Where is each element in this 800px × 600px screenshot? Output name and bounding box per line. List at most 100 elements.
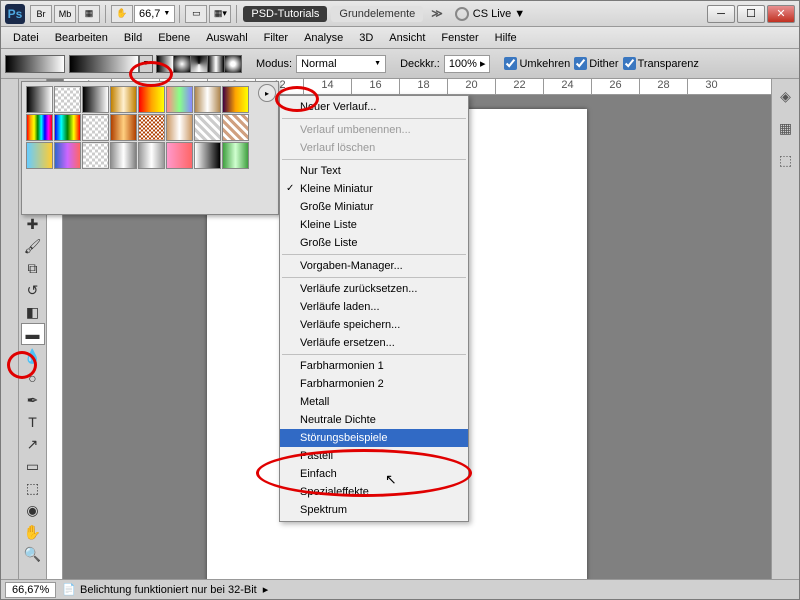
gradient-diamond-icon[interactable]: [224, 55, 242, 73]
swatches-panel-icon[interactable]: ▦: [777, 119, 795, 137]
menu-special-effects[interactable]: Spezialeffekte: [280, 483, 468, 501]
menu-large-thumb[interactable]: Große Miniatur: [280, 198, 468, 216]
gradient-picker-flyout-icon[interactable]: ▸: [258, 84, 276, 102]
workspace-psd-tutorials[interactable]: PSD-Tutorials: [243, 6, 327, 22]
minimize-button[interactable]: ─: [707, 5, 735, 23]
menu-metals[interactable]: Metall: [280, 393, 468, 411]
menu-auswahl[interactable]: Auswahl: [198, 30, 256, 46]
gradient-angle-icon[interactable]: [190, 55, 208, 73]
menu-text-only[interactable]: Nur Text: [280, 162, 468, 180]
arrange-button[interactable]: ▦▾: [209, 5, 231, 23]
gradient-swatch[interactable]: [166, 114, 193, 141]
menu-fenster[interactable]: Fenster: [433, 30, 486, 46]
gradient-swatch[interactable]: [110, 86, 137, 113]
menu-harmonies-2[interactable]: Farbharmonien 2: [280, 375, 468, 393]
heal-tool-icon[interactable]: ✚: [21, 213, 45, 235]
menu-replace-gradients[interactable]: Verläufe ersetzen...: [280, 334, 468, 352]
gradient-swatch[interactable]: [26, 114, 53, 141]
gradient-editor-swatch[interactable]: [69, 55, 139, 73]
gradient-radial-icon[interactable]: [173, 55, 191, 73]
menu-spectrum[interactable]: Spektrum: [280, 501, 468, 519]
menu-new-gradient[interactable]: Neuer Verlauf...: [280, 98, 468, 116]
close-button[interactable]: ✕: [767, 5, 795, 23]
shape-tool-icon[interactable]: ▭: [21, 455, 45, 477]
gradient-swatch[interactable]: [166, 86, 193, 113]
cs-live[interactable]: CS Live▼: [455, 7, 525, 21]
menu-bearbeiten[interactable]: Bearbeiten: [47, 30, 116, 46]
menu-noise-samples[interactable]: Störungsbeispiele: [280, 429, 468, 447]
gradient-picker-dropdown[interactable]: ▼: [139, 55, 153, 73]
menu-small-thumb[interactable]: Kleine Miniatur: [280, 180, 468, 198]
gradient-swatch[interactable]: [166, 142, 193, 169]
gradient-swatch[interactable]: [82, 114, 109, 141]
menu-ebene[interactable]: Ebene: [150, 30, 198, 46]
gradient-swatch[interactable]: [194, 114, 221, 141]
gradient-linear-icon[interactable]: [156, 55, 174, 73]
stamp-tool-icon[interactable]: ⧉: [21, 257, 45, 279]
transparency-checkbox[interactable]: Transparenz: [623, 57, 699, 70]
menu-bild[interactable]: Bild: [116, 30, 150, 46]
dither-checkbox[interactable]: Dither: [574, 57, 618, 70]
opacity-input[interactable]: 100%▸: [444, 55, 491, 73]
gradient-swatch[interactable]: [82, 142, 109, 169]
gradient-swatch[interactable]: [110, 114, 137, 141]
gradient-swatch[interactable]: [26, 142, 53, 169]
menu-analyse[interactable]: Analyse: [296, 30, 351, 46]
menu-filter[interactable]: Filter: [256, 30, 296, 46]
gradient-swatch[interactable]: [222, 142, 249, 169]
menu-neutral-density[interactable]: Neutrale Dichte: [280, 411, 468, 429]
menu-small-list[interactable]: Kleine Liste: [280, 216, 468, 234]
menu-simple[interactable]: Einfach: [280, 465, 468, 483]
path-tool-icon[interactable]: ↗: [21, 433, 45, 455]
gradient-swatch[interactable]: [54, 142, 81, 169]
tool-preset-swatch[interactable]: [5, 55, 65, 73]
3d-cam-tool-icon[interactable]: ◉: [21, 499, 45, 521]
collapse-dock-left[interactable]: [1, 79, 19, 598]
gradient-swatch[interactable]: [82, 86, 109, 113]
br-button[interactable]: Br: [30, 5, 52, 23]
gradient-swatch[interactable]: [222, 86, 249, 113]
menu-hilfe[interactable]: Hilfe: [487, 30, 525, 46]
gradient-swatch[interactable]: [194, 142, 221, 169]
menu-pastels[interactable]: Pastell: [280, 447, 468, 465]
blend-mode-select[interactable]: Normal▼: [296, 55, 386, 73]
brush-tool-icon[interactable]: 🖌: [21, 235, 45, 257]
zoom-tool-icon[interactable]: 🔍: [21, 543, 45, 565]
menu-datei[interactable]: Datei: [5, 30, 47, 46]
more-icon[interactable]: ≫: [431, 7, 443, 20]
status-zoom[interactable]: 66,67%: [5, 582, 56, 598]
menu-preset-manager[interactable]: Vorgaben-Manager...: [280, 257, 468, 275]
styles-panel-icon[interactable]: ⬚: [777, 151, 795, 169]
menu-large-list[interactable]: Große Liste: [280, 234, 468, 252]
menu-ansicht[interactable]: Ansicht: [381, 30, 433, 46]
gradient-swatch[interactable]: [26, 86, 53, 113]
menu-reset-gradients[interactable]: Verläufe zurücksetzen...: [280, 280, 468, 298]
color-panel-icon[interactable]: ◈: [777, 87, 795, 105]
pen-tool-icon[interactable]: ✒: [21, 389, 45, 411]
menu-3d[interactable]: 3D: [351, 30, 381, 46]
type-tool-icon[interactable]: T: [21, 411, 45, 433]
maximize-button[interactable]: ☐: [737, 5, 765, 23]
gradient-tool-icon[interactable]: ▬: [21, 323, 45, 345]
gradient-swatch[interactable]: [138, 142, 165, 169]
gradient-swatch[interactable]: [138, 86, 165, 113]
blur-tool-icon[interactable]: 💧: [21, 345, 45, 367]
gradient-swatch[interactable]: [110, 142, 137, 169]
menu-harmonies-1[interactable]: Farbharmonien 1: [280, 357, 468, 375]
menu-save-gradients[interactable]: Verläufe speichern...: [280, 316, 468, 334]
mb-button[interactable]: Mb: [54, 5, 76, 23]
menu-load-gradients[interactable]: Verläufe laden...: [280, 298, 468, 316]
screen-mode-button[interactable]: ▦: [78, 5, 100, 23]
doc-name-pill[interactable]: Grundelemente: [331, 6, 423, 22]
history-brush-icon[interactable]: ↺: [21, 279, 45, 301]
gradient-swatch[interactable]: [138, 114, 165, 141]
gradient-swatch[interactable]: [194, 86, 221, 113]
gradient-swatch[interactable]: [54, 114, 81, 141]
reverse-checkbox[interactable]: Umkehren: [504, 57, 570, 70]
hand-tool-icon[interactable]: ✋: [21, 521, 45, 543]
hand-button[interactable]: ✋: [111, 5, 133, 23]
zoom-level[interactable]: 66,7▼: [134, 5, 175, 23]
gradient-swatch[interactable]: [222, 114, 249, 141]
dodge-tool-icon[interactable]: ○: [21, 367, 45, 389]
view-extras-button[interactable]: ▭: [185, 5, 207, 23]
